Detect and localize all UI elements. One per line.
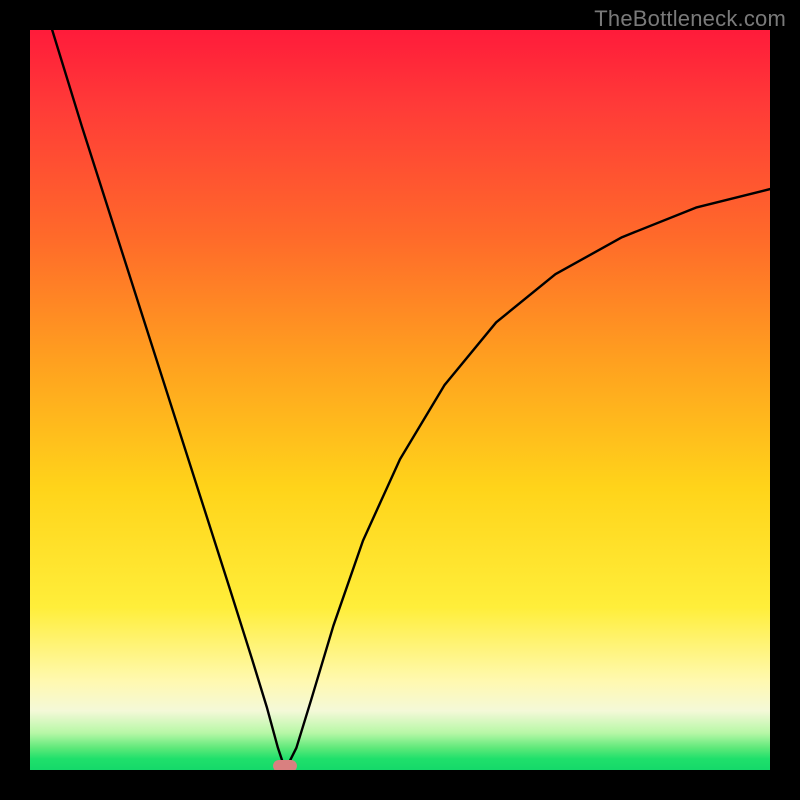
bottleneck-curve: [30, 30, 770, 770]
watermark-text: TheBottleneck.com: [594, 6, 786, 32]
optimal-marker: [273, 760, 297, 770]
chart-frame: TheBottleneck.com: [0, 0, 800, 800]
plot-area: [30, 30, 770, 770]
